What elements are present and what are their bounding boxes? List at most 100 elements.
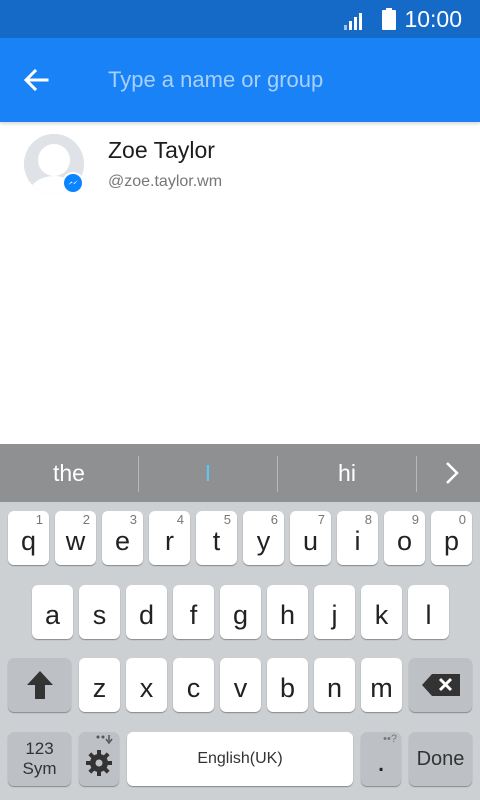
key-number-hint: 6 bbox=[270, 512, 278, 527]
signal-icon bbox=[344, 13, 362, 30]
key-w[interactable]: 2w bbox=[55, 511, 96, 565]
key-label: t bbox=[212, 525, 221, 556]
backspace-key[interactable] bbox=[409, 658, 472, 712]
key-label: e bbox=[114, 525, 131, 556]
key-label: s bbox=[92, 599, 107, 630]
key-y[interactable]: 6y bbox=[243, 511, 284, 565]
key-label: v bbox=[233, 672, 248, 703]
key-label: j bbox=[331, 599, 338, 630]
key-x[interactable]: x bbox=[126, 658, 167, 712]
key-m[interactable]: m bbox=[361, 658, 402, 712]
key-label: u bbox=[302, 525, 319, 556]
key-label: b bbox=[279, 672, 296, 703]
period-key-label: . bbox=[376, 745, 386, 778]
search-input[interactable] bbox=[108, 60, 458, 100]
key-label: a bbox=[44, 599, 61, 630]
symbols-key-top: 123 bbox=[25, 739, 54, 758]
key-u[interactable]: 7u bbox=[290, 511, 331, 565]
suggestion-2[interactable]: I bbox=[139, 444, 277, 502]
suggestion-bar: the I hi bbox=[0, 444, 480, 502]
space-key[interactable]: English(UK) bbox=[127, 732, 353, 786]
key-label: m bbox=[370, 672, 393, 703]
key-b[interactable]: b bbox=[267, 658, 308, 712]
key-c[interactable]: c bbox=[173, 658, 214, 712]
gear-icon bbox=[86, 750, 112, 776]
back-arrow-icon bbox=[23, 68, 49, 92]
suggestion-1[interactable]: the bbox=[0, 444, 138, 502]
key-e[interactable]: 3e bbox=[102, 511, 143, 565]
key-k[interactable]: k bbox=[361, 585, 402, 639]
mic-hint-icon bbox=[96, 735, 113, 745]
symbols-key[interactable]: 123 Sym bbox=[8, 732, 71, 786]
contact-name: Zoe Taylor bbox=[108, 137, 215, 163]
key-number-hint: 3 bbox=[129, 512, 137, 527]
key-n[interactable]: n bbox=[314, 658, 355, 712]
key-label: f bbox=[189, 599, 198, 630]
key-label: x bbox=[139, 672, 154, 703]
key-label: i bbox=[354, 525, 361, 556]
key-label: q bbox=[20, 525, 37, 556]
key-label: w bbox=[65, 525, 86, 556]
suggestion-3[interactable]: hi bbox=[278, 444, 416, 502]
key-number-hint: 0 bbox=[458, 512, 466, 527]
done-key-label: Done bbox=[416, 747, 465, 770]
status-bar: 10:00 bbox=[0, 0, 480, 38]
shift-key[interactable] bbox=[8, 658, 71, 712]
key-q[interactable]: 1q bbox=[8, 511, 49, 565]
key-number-hint: 7 bbox=[317, 512, 325, 527]
more-suggestions-button[interactable] bbox=[430, 444, 474, 502]
key-label: y bbox=[256, 525, 271, 556]
status-time: 10:00 bbox=[404, 6, 462, 32]
key-v[interactable]: v bbox=[220, 658, 261, 712]
key-r[interactable]: 4r bbox=[149, 511, 190, 565]
back-button[interactable] bbox=[14, 58, 58, 102]
key-label: o bbox=[396, 525, 413, 556]
key-label: g bbox=[232, 599, 249, 630]
messenger-badge bbox=[62, 172, 84, 194]
key-t[interactable]: 5t bbox=[196, 511, 237, 565]
key-h[interactable]: h bbox=[267, 585, 308, 639]
key-label: n bbox=[326, 672, 343, 703]
key-d[interactable]: d bbox=[126, 585, 167, 639]
key-label: l bbox=[425, 599, 432, 630]
chevron-right-icon bbox=[446, 462, 459, 484]
key-number-hint: 5 bbox=[223, 512, 231, 527]
key-i[interactable]: 8i bbox=[337, 511, 378, 565]
key-label: d bbox=[138, 599, 155, 630]
keyboard: the I hi 123 Sym English(UK) ••? . Done … bbox=[0, 444, 480, 800]
key-g[interactable]: g bbox=[220, 585, 261, 639]
key-f[interactable]: f bbox=[173, 585, 214, 639]
key-l[interactable]: l bbox=[408, 585, 449, 639]
key-label: k bbox=[374, 599, 389, 630]
key-number-hint: 8 bbox=[364, 512, 372, 527]
contact-handle: @zoe.taylor.wm bbox=[108, 173, 223, 190]
messenger-icon bbox=[68, 180, 78, 185]
period-key-hint: ••? bbox=[383, 733, 397, 745]
key-s[interactable]: s bbox=[79, 585, 120, 639]
key-label: p bbox=[443, 525, 460, 556]
key-number-hint: 1 bbox=[35, 512, 43, 527]
battery-icon bbox=[382, 8, 396, 30]
key-number-hint: 2 bbox=[82, 512, 90, 527]
settings-key[interactable] bbox=[79, 732, 119, 786]
key-number-hint: 4 bbox=[176, 512, 184, 527]
backspace-icon bbox=[421, 674, 460, 696]
key-label: h bbox=[279, 599, 296, 630]
space-key-label: English(UK) bbox=[197, 750, 283, 767]
app-bar bbox=[0, 38, 480, 122]
key-a[interactable]: a bbox=[32, 585, 73, 639]
divider bbox=[416, 456, 417, 492]
key-label: c bbox=[186, 672, 201, 703]
key-j[interactable]: j bbox=[314, 585, 355, 639]
key-number-hint: 9 bbox=[411, 512, 419, 527]
key-z[interactable]: z bbox=[79, 658, 120, 712]
period-key[interactable]: ••? . bbox=[361, 732, 401, 786]
shift-arrow-icon bbox=[26, 671, 53, 699]
contact-list-item[interactable]: Zoe Taylor @zoe.taylor.wm bbox=[0, 122, 480, 206]
key-label: z bbox=[92, 672, 107, 703]
key-label: r bbox=[165, 525, 174, 556]
done-key[interactable]: Done bbox=[409, 732, 472, 786]
key-o[interactable]: 9o bbox=[384, 511, 425, 565]
key-p[interactable]: 0p bbox=[431, 511, 472, 565]
symbols-key-bottom: Sym bbox=[22, 759, 57, 778]
